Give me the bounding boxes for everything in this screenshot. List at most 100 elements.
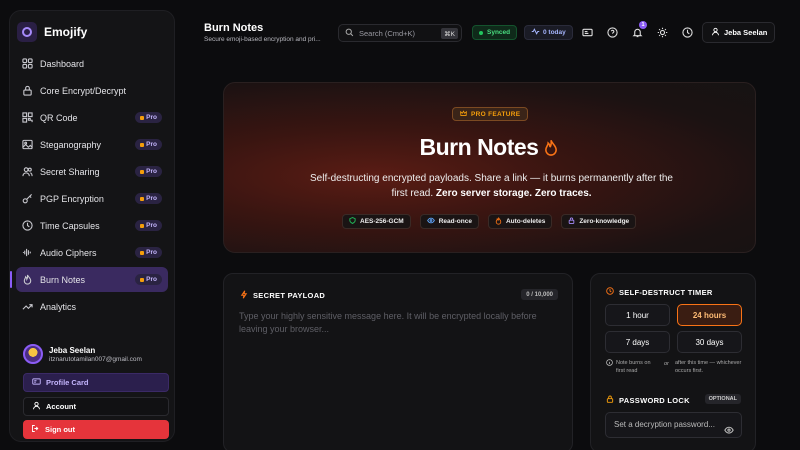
sidebar-item-label: Burn Notes bbox=[40, 274, 86, 285]
sidebar-user[interactable]: Jeba Seelan itznarutotamilan007@gmail.co… bbox=[23, 344, 142, 364]
bolt-icon bbox=[240, 290, 248, 301]
tag-auto-deletes: Auto-deletes bbox=[487, 214, 553, 229]
sidebar-item-qr-code[interactable]: QR Code Pro bbox=[16, 105, 168, 130]
lock-icon bbox=[22, 85, 33, 96]
pro-badge: Pro bbox=[135, 139, 162, 150]
tag-aes: AES-256-GCM bbox=[342, 214, 411, 229]
sidebar-item-secret-sharing[interactable]: Secret Sharing Pro bbox=[16, 159, 168, 184]
sidebar-item-pgp-encryption[interactable]: PGP Encryption Pro bbox=[16, 186, 168, 211]
sun-icon[interactable] bbox=[655, 25, 669, 39]
sidebar-item-label: Dashboard bbox=[40, 58, 85, 69]
clock-icon[interactable] bbox=[680, 25, 694, 39]
user-menu-button[interactable]: Jeba Seelan bbox=[702, 22, 775, 43]
pro-badge: Pro bbox=[135, 166, 162, 177]
lock-icon bbox=[606, 395, 614, 405]
timer-note-left: Note burns on first read bbox=[616, 360, 651, 374]
info-icon bbox=[606, 359, 613, 369]
users-icon bbox=[22, 166, 33, 177]
feature-tags: AES-256-GCM Read-once Auto-deletes Zero-… bbox=[342, 214, 637, 229]
eye-icon[interactable] bbox=[724, 421, 734, 434]
timer-option-7-days[interactable]: 7 days bbox=[605, 331, 670, 353]
tag-read-once: Read-once bbox=[419, 214, 479, 229]
hero-card: PRO FEATURE Burn Notes Self-destructing … bbox=[223, 82, 756, 253]
sign-out-button[interactable]: Sign out bbox=[23, 420, 169, 439]
crown-icon bbox=[140, 277, 145, 282]
secret-payload-panel: SECRET PAYLOAD 0 / 10,000 bbox=[223, 273, 573, 450]
sidebar: Emojify Dashboard Core Encrypt/Decrypt Q… bbox=[9, 10, 175, 442]
brand[interactable]: Emojify bbox=[17, 22, 87, 42]
sidebar-item-dashboard[interactable]: Dashboard bbox=[16, 51, 168, 76]
status-dot-icon bbox=[479, 30, 483, 35]
key-icon bbox=[22, 193, 33, 204]
sidebar-nav: Dashboard Core Encrypt/Decrypt QR Code P… bbox=[10, 51, 168, 321]
optional-badge: OPTIONAL bbox=[704, 394, 741, 404]
pro-badge: Pro bbox=[135, 274, 162, 285]
waveform-icon bbox=[22, 247, 33, 258]
pro-badge: Pro bbox=[135, 220, 162, 231]
pro-badge: Pro bbox=[135, 247, 162, 258]
timer-note-or: or bbox=[664, 361, 669, 367]
page-subtitle: Secure emoji-based encryption and pri... bbox=[204, 36, 321, 43]
password-input[interactable] bbox=[614, 420, 719, 429]
self-destruct-title: SELF-DESTRUCT TIMER bbox=[606, 287, 713, 297]
crown-icon bbox=[140, 196, 145, 201]
flame-icon bbox=[495, 216, 502, 227]
avatar bbox=[23, 344, 43, 364]
timer-option-30-days[interactable]: 30 days bbox=[677, 331, 742, 353]
sync-status-badge: Synced bbox=[472, 25, 518, 40]
sidebar-item-analytics[interactable]: Analytics bbox=[16, 294, 168, 319]
timer-option-24-hours[interactable]: 24 hours bbox=[677, 304, 742, 326]
crown-icon bbox=[140, 115, 145, 120]
password-field-wrapper bbox=[605, 412, 742, 438]
search-icon bbox=[345, 24, 354, 42]
trend-icon bbox=[22, 301, 33, 312]
help-icon[interactable] bbox=[605, 25, 619, 39]
crown-icon bbox=[460, 109, 467, 119]
eye-icon bbox=[426, 217, 435, 226]
logout-icon bbox=[31, 424, 40, 435]
sidebar-item-steganography[interactable]: Steganography Pro bbox=[16, 132, 168, 157]
pro-badge: Pro bbox=[135, 112, 162, 123]
clock-icon bbox=[22, 220, 33, 231]
sidebar-item-label: Core Encrypt/Decrypt bbox=[40, 85, 127, 96]
sidebar-item-time-capsules[interactable]: Time Capsules Pro bbox=[16, 213, 168, 238]
brand-logo-icon bbox=[17, 22, 37, 42]
crown-icon bbox=[140, 169, 145, 174]
sidebar-item-label: Steganography bbox=[40, 139, 102, 150]
sidebar-item-burn-notes[interactable]: Burn Notes Pro bbox=[10, 267, 168, 292]
crown-icon bbox=[140, 223, 145, 228]
sidebar-item-label: Time Capsules bbox=[40, 220, 100, 231]
tag-zero-knowledge: Zero-knowledge bbox=[561, 214, 637, 229]
page-title: Burn Notes bbox=[204, 22, 264, 34]
search-input[interactable] bbox=[359, 28, 439, 38]
activity-icon bbox=[531, 27, 540, 38]
timer-option-1-hour[interactable]: 1 hour bbox=[605, 304, 670, 326]
bell-icon[interactable]: 1 bbox=[630, 21, 647, 39]
crown-icon bbox=[140, 250, 145, 255]
id-card-icon[interactable] bbox=[580, 25, 594, 39]
user-icon bbox=[711, 27, 720, 38]
search-box[interactable]: ⌘K bbox=[338, 24, 462, 42]
payload-textarea[interactable] bbox=[239, 310, 555, 430]
crown-icon bbox=[140, 142, 145, 147]
character-count: 0 / 10,000 bbox=[521, 289, 558, 300]
user-name: Jeba Seelan bbox=[49, 345, 96, 355]
sidebar-item-core-encrypt[interactable]: Core Encrypt/Decrypt bbox=[16, 78, 168, 103]
lock-icon bbox=[568, 217, 575, 226]
profile-card-button[interactable]: Profile Card bbox=[23, 373, 169, 392]
sidebar-item-audio-ciphers[interactable]: Audio Ciphers Pro bbox=[16, 240, 168, 265]
user-email: itznarutotamilan007@gmail.com bbox=[49, 355, 142, 363]
sidebar-item-label: QR Code bbox=[40, 112, 78, 123]
sidebar-item-label: Audio Ciphers bbox=[40, 247, 97, 258]
account-button[interactable]: Account bbox=[23, 397, 169, 416]
pro-feature-badge: PRO FEATURE bbox=[452, 107, 529, 121]
flame-icon bbox=[22, 274, 33, 285]
qr-icon bbox=[22, 112, 33, 123]
hero-title: Burn Notes bbox=[224, 134, 755, 161]
shortcut-kbd: ⌘K bbox=[441, 28, 458, 39]
timer-note-right: after this time — whichever occurs first… bbox=[675, 360, 742, 374]
sidebar-item-label: Secret Sharing bbox=[40, 166, 100, 177]
password-lock-title: PASSWORD LOCK bbox=[606, 395, 690, 405]
brand-name: Emojify bbox=[44, 25, 88, 39]
activity-badge[interactable]: 0 today bbox=[524, 25, 573, 40]
